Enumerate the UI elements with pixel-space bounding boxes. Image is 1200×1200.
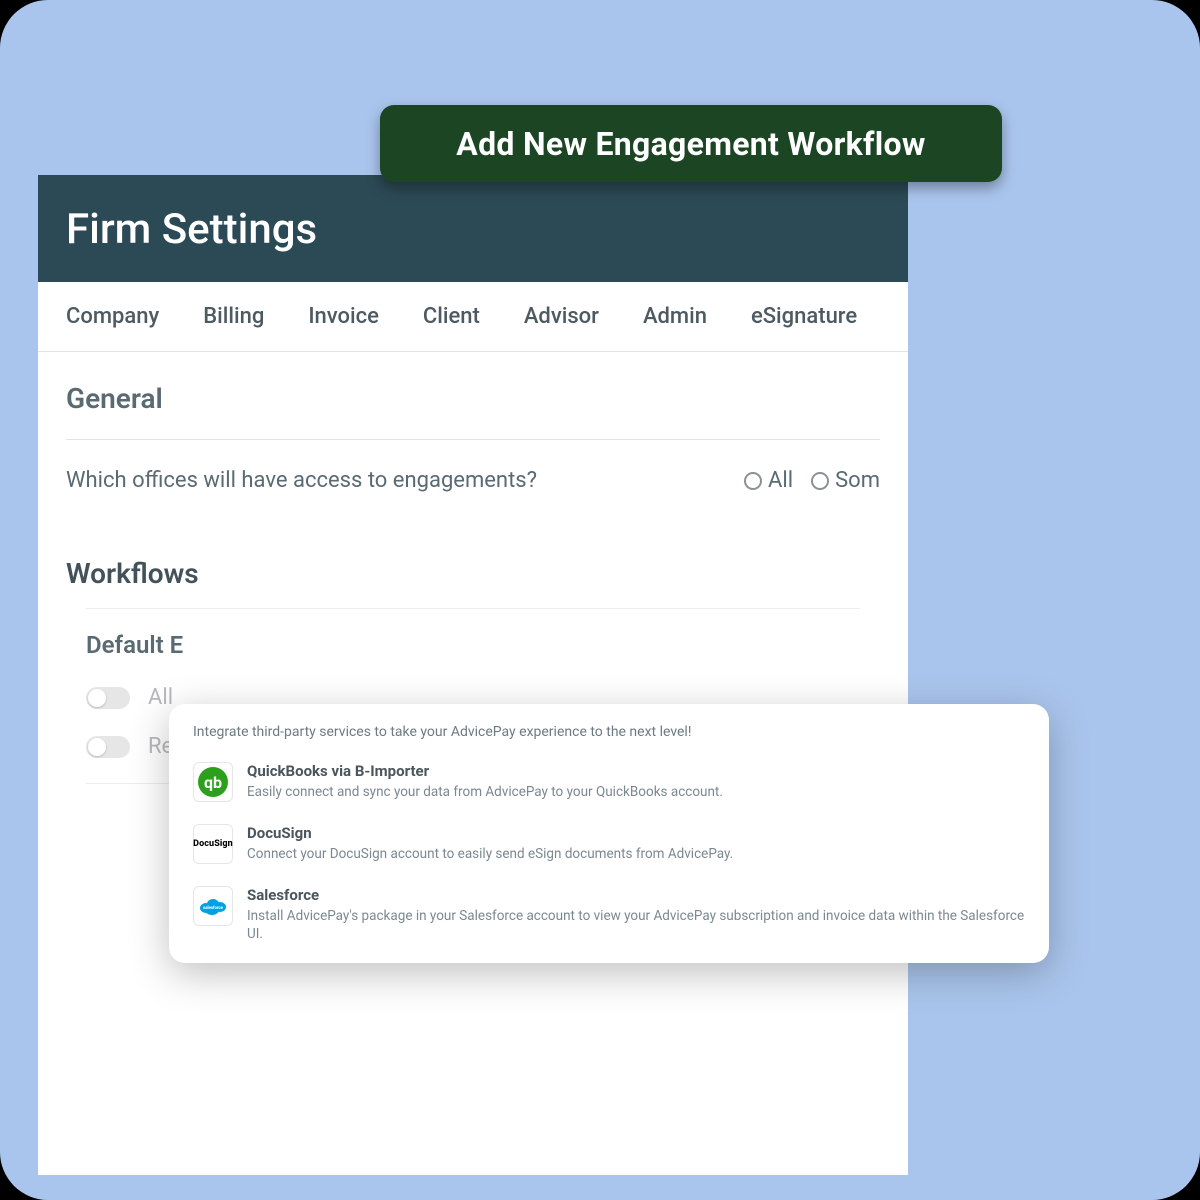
access-row: Which offices will have access to engage… (38, 468, 908, 533)
general-section: General (38, 352, 908, 440)
svg-text:salesforce: salesforce (203, 906, 223, 911)
integration-text: QuickBooks via B-Importer Easily connect… (247, 762, 723, 801)
tab-invoice[interactable]: Invoice (308, 304, 379, 329)
divider (66, 439, 880, 440)
tab-admin[interactable]: Admin (643, 304, 707, 329)
tab-esignature[interactable]: eSignature (751, 304, 857, 329)
tab-row: Company Billing Invoice Client Advisor A… (38, 282, 908, 352)
integration-title: QuickBooks via B-Importer (247, 762, 723, 780)
integration-desc: Easily connect and sync your data from A… (247, 783, 723, 801)
toggle-all-label: All (148, 685, 173, 710)
default-heading: Default E (86, 631, 860, 659)
page-title: Firm Settings (66, 205, 880, 254)
integration-title: Salesforce (247, 886, 1025, 904)
workflows-heading: Workflows (38, 533, 908, 608)
quickbooks-icon: qb (193, 762, 233, 802)
app-header: Firm Settings (38, 175, 908, 282)
tab-billing[interactable]: Billing (203, 304, 264, 329)
divider (86, 608, 860, 609)
add-engagement-workflow-label: Add New Engagement Workflow (456, 125, 925, 163)
tab-client[interactable]: Client (423, 304, 480, 329)
integration-text: Salesforce Install AdvicePay's package i… (247, 886, 1025, 943)
integration-title: DocuSign (247, 824, 733, 842)
general-heading: General (66, 382, 880, 415)
tab-company[interactable]: Company (66, 304, 159, 329)
docusign-icon: DocuSign (193, 824, 233, 864)
tab-advisor[interactable]: Advisor (524, 304, 599, 329)
integration-salesforce[interactable]: salesforce Salesforce Install AdvicePay'… (189, 878, 1029, 947)
toggle-all[interactable] (86, 687, 130, 709)
integration-desc: Connect your DocuSign account to easily … (247, 845, 733, 863)
add-engagement-workflow-button[interactable]: Add New Engagement Workflow (380, 105, 1002, 182)
stage: Firm Settings Company Billing Invoice Cl… (0, 0, 1200, 1200)
integration-text: DocuSign Connect your DocuSign account t… (247, 824, 733, 863)
integration-desc: Install AdvicePay's package in your Sale… (247, 907, 1025, 943)
radio-all-label: All (768, 468, 793, 493)
access-question: Which offices will have access to engage… (66, 468, 537, 493)
radio-some[interactable]: Som (811, 468, 880, 493)
radio-circle-icon (811, 472, 829, 490)
app-window: Firm Settings Company Billing Invoice Cl… (38, 175, 908, 1175)
radio-some-label: Som (835, 468, 880, 493)
integration-quickbooks[interactable]: qb QuickBooks via B-Importer Easily conn… (189, 754, 1029, 816)
toggle-re[interactable] (86, 736, 130, 758)
radio-all[interactable]: All (744, 468, 793, 493)
access-radio-group: All Som (744, 468, 880, 493)
salesforce-icon: salesforce (193, 886, 233, 926)
integrations-popup: Integrate third-party services to take y… (169, 704, 1049, 963)
integrations-intro: Integrate third-party services to take y… (189, 724, 1029, 740)
integration-docusign[interactable]: DocuSign DocuSign Connect your DocuSign … (189, 816, 1029, 878)
radio-circle-icon (744, 472, 762, 490)
